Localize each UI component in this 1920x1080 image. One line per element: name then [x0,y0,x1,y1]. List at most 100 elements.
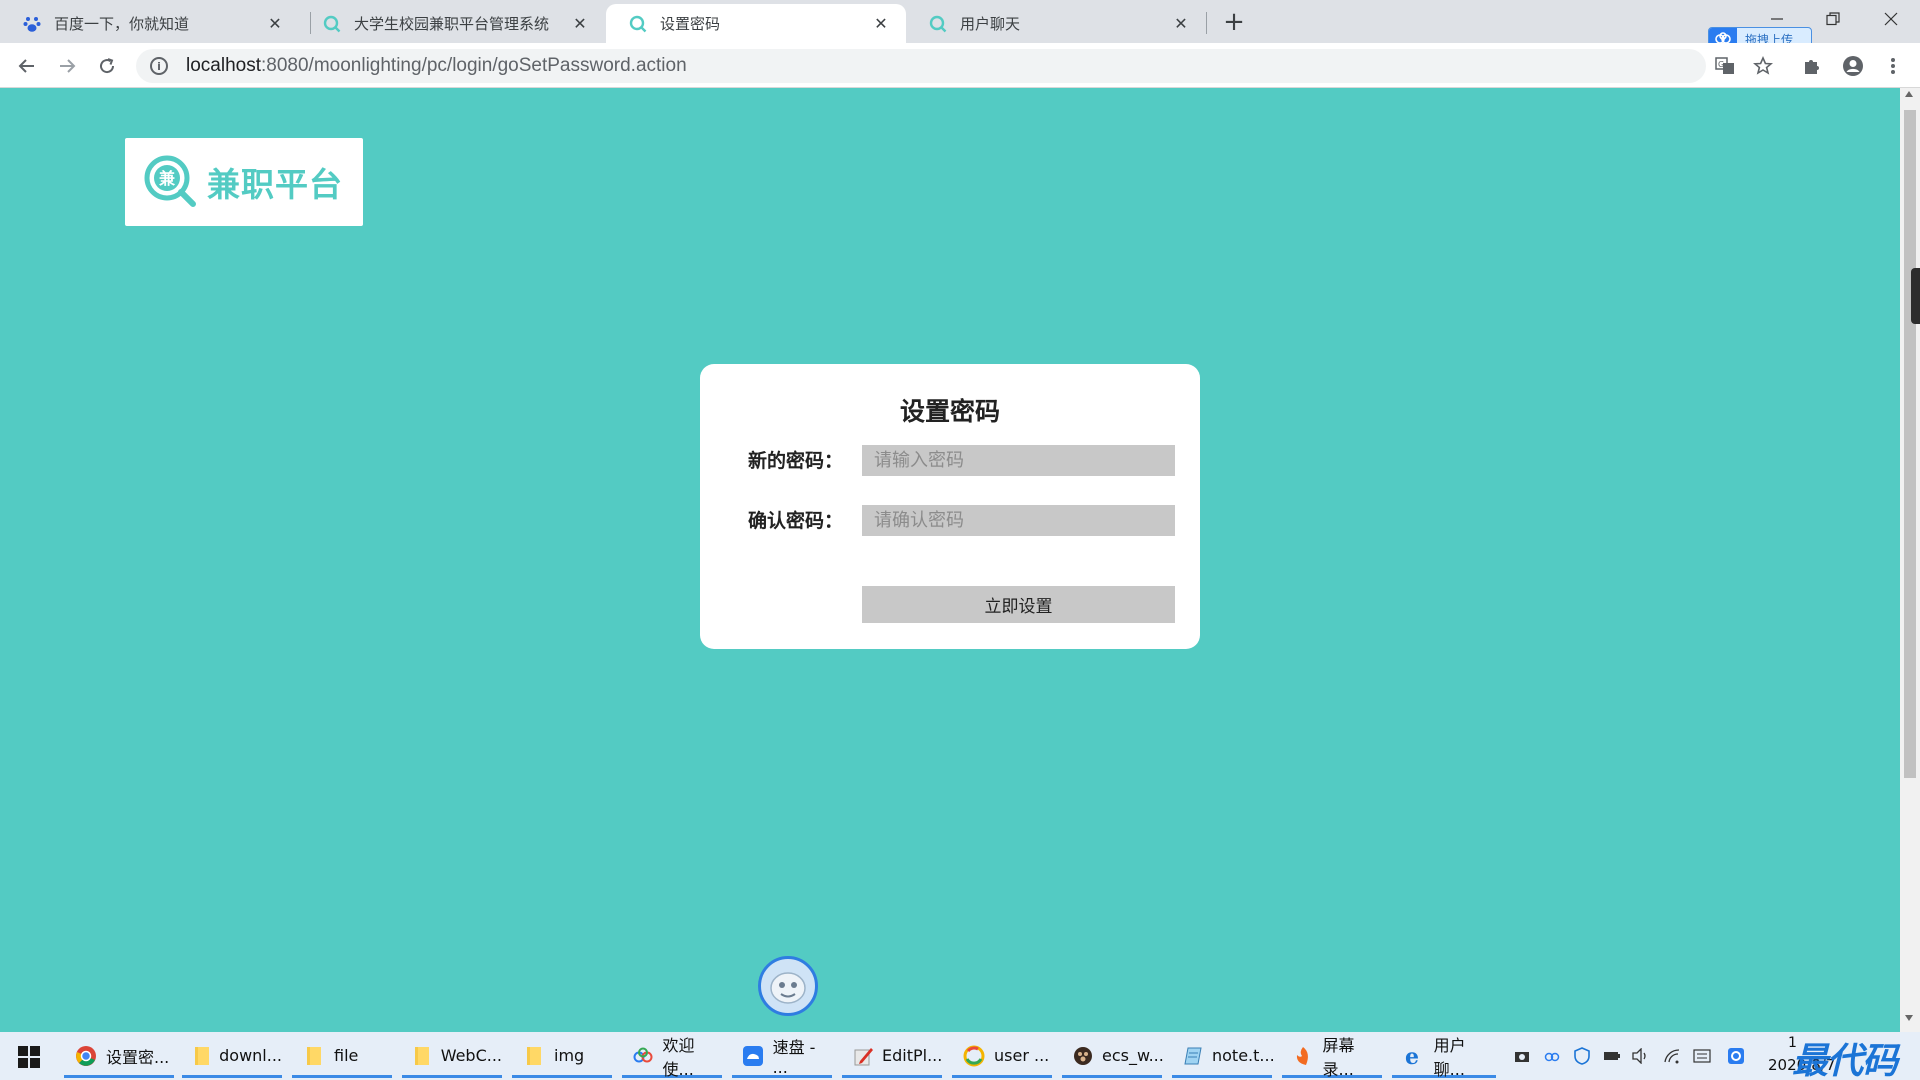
app-icon [1072,1044,1094,1068]
tab-separator [1206,12,1207,34]
search-logo-icon [628,14,648,34]
restore-icon[interactable] [1813,4,1853,34]
browser-tab-bar: 百度一下，你就知道 ✕ 大学生校园兼职平台管理系统 ✕ 设置密码 ✕ 用户聊天 … [0,0,1920,51]
taskbar-item-label: file [334,1046,359,1065]
browser-toolbar: i localhost:8080/moonlighting/pc/login/g… [0,43,1920,88]
url-host: localhost [186,55,261,76]
taskbar-item-label: WebC... [440,1046,502,1065]
tab-baidu[interactable]: 百度一下，你就知道 ✕ [0,4,300,43]
tray-battery-icon[interactable] [1602,1046,1622,1066]
taskbar-item-label: user ... [994,1046,1050,1065]
windows-start-icon[interactable] [18,1046,40,1068]
tray-wifi-icon[interactable] [1662,1046,1682,1066]
bookmark-star-icon[interactable] [1750,53,1776,79]
new-password-input[interactable] [862,445,1175,476]
taskbar-item-folder-webc[interactable]: WebC... [402,1036,502,1078]
tray-camera-icon[interactable] [1512,1046,1532,1066]
taskbar-item-screen-recorder[interactable]: 屏幕录... [1282,1036,1382,1079]
url-text: localhost:8080/moonlighting/pc/login/goS… [186,55,687,77]
svg-text:G: G [1718,60,1724,69]
ie-icon: e [1402,1044,1426,1068]
side-panel-handle[interactable] [1911,268,1920,324]
scroll-down-arrow-icon[interactable] [1904,1014,1914,1025]
folder-icon [522,1044,546,1068]
tray-app-icon[interactable] [1726,1046,1746,1066]
taskbar-item-notepad[interactable]: note.t... [1172,1036,1275,1078]
chat-robot-avatar[interactable] [758,956,818,1016]
extensions-puzzle-icon[interactable] [1799,53,1825,79]
close-window-icon[interactable] [1871,4,1911,34]
taskbar-item-folder-img[interactable]: img [512,1036,612,1078]
tab-set-password[interactable]: 设置密码 ✕ [606,4,906,43]
windows-taskbar: 设置密... downl... file WebC... img 欢迎使... … [0,1032,1920,1080]
taskbar-item-user-browser[interactable]: user ... [952,1036,1052,1078]
card-title: 设置密码 [899,397,1000,426]
taskbar-item-folder-file[interactable]: file [292,1036,392,1078]
taskbar-item-label: ecs_w... [1102,1046,1164,1065]
set-password-card: 设置密码 新的密码： 确认密码： 立即设置 [700,364,1200,649]
tab-close-icon[interactable]: ✕ [1170,13,1192,35]
search-logo-icon [928,14,948,34]
new-tab-button[interactable]: + [1220,7,1248,37]
taskbar-item-label: downl... [219,1046,282,1065]
tab-title: 设置密码 [660,15,721,33]
tab-title: 用户聊天 [960,15,1021,33]
taskbar-item-label: EditPl... [882,1046,943,1065]
tab-user-chat[interactable]: 用户聊天 ✕ [906,4,1206,43]
translate-icon[interactable]: G [1712,53,1738,79]
notepad-icon [1182,1044,1204,1068]
baidu-netdisk-icon [632,1044,655,1068]
tray-shield-icon[interactable] [1572,1046,1592,1066]
taskbar-item-editplus[interactable]: EditPl... [842,1036,942,1078]
folder-icon [302,1044,326,1068]
address-bar[interactable]: i localhost:8080/moonlighting/pc/login/g… [136,49,1706,83]
url-path: :8080/moonlighting/pc/login/goSetPasswor… [261,55,687,76]
baidu-paw-icon [22,14,42,34]
taskbar-item-label: note.t... [1212,1046,1275,1065]
taskbar-item-ie-chat[interactable]: e 用户聊... [1392,1036,1496,1079]
taskbar-item-label: 设置密... [106,1047,170,1067]
tray-volume-icon[interactable] [1630,1046,1650,1066]
folder-icon [412,1044,433,1068]
taskbar-item-netdisk[interactable]: 欢迎使... [622,1036,722,1079]
taskbar-item-label: 速盘 - ... [772,1038,816,1077]
watermark-logo: 最代码 [1792,1041,1898,1080]
tab-close-icon[interactable]: ✕ [870,13,892,35]
tray-keyboard-icon[interactable] [1692,1046,1712,1066]
site-info-icon[interactable]: i [150,57,168,75]
site-logo[interactable]: 兼 兼职平台 [125,138,363,226]
tab-close-icon[interactable]: ✕ [264,13,286,35]
editplus-icon [852,1044,874,1068]
taskbar-item-ecs[interactable]: ecs_w... [1062,1036,1164,1078]
scrollbar-thumb[interactable] [1904,110,1916,778]
taskbar-item-folder-downloads[interactable]: downl... [182,1036,282,1078]
folder-icon [192,1044,211,1068]
confirm-password-label: 确认密码： [748,510,844,532]
reload-icon[interactable] [92,51,122,81]
profile-avatar-icon[interactable] [1840,53,1866,79]
search-logo-icon [322,14,342,34]
taskbar-item-label: 用户聊... [1433,1035,1466,1079]
submit-button[interactable]: 立即设置 [862,586,1175,623]
tab-title: 大学生校园兼职平台管理系统 [354,15,550,33]
taskbar-item-chrome[interactable]: 设置密... [64,1036,174,1078]
scroll-up-arrow-icon[interactable] [1904,90,1914,101]
menu-kebab-icon[interactable] [1880,53,1906,79]
confirm-password-input[interactable] [862,505,1175,536]
vertical-scrollbar[interactable] [1900,88,1920,1032]
logo-mark-char: 兼 [159,169,175,188]
taskbar-item-label: 屏幕录... [1322,1035,1355,1079]
magnifier-logo-icon: 兼 [143,154,199,210]
browser-icon [962,1044,986,1068]
taskbar-item-label: img [554,1046,585,1065]
taskbar-item-speedpan[interactable]: 速盘 - ... [732,1036,832,1078]
forward-arrow-icon[interactable] [52,51,82,81]
tab-management-system[interactable]: 大学生校园兼职平台管理系统 ✕ [300,4,605,43]
tray-netdisk-icon[interactable] [1542,1046,1562,1066]
tab-close-icon[interactable]: ✕ [569,13,591,35]
recorder-icon [1292,1044,1315,1068]
logo-text: 兼职平台 [207,165,343,204]
back-arrow-icon[interactable] [12,51,42,81]
speedpan-icon [742,1044,765,1068]
new-password-label: 新的密码： [748,450,844,472]
